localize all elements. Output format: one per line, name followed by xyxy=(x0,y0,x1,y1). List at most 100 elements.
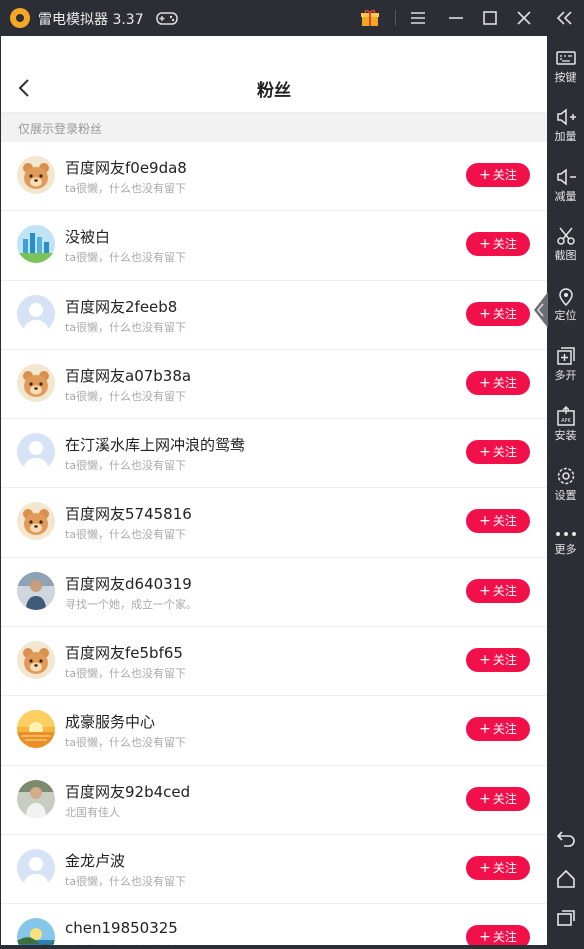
side-pull-tab-icon[interactable] xyxy=(532,292,548,328)
app-header: 粉丝 xyxy=(1,36,547,113)
emulator-title: 雷电模拟器 3.37 xyxy=(38,12,144,28)
tool-settings[interactable]: 设置 xyxy=(547,466,584,503)
follow-button[interactable]: + 关注 xyxy=(466,163,530,187)
follow-label: 关注 xyxy=(492,237,517,252)
follow-button[interactable]: + 关注 xyxy=(466,370,530,395)
follow-button[interactable]: + 关注 xyxy=(466,717,530,742)
fan-row[interactable]: 没被白 ta很懒，什么也没有留下 + 关注 xyxy=(1,211,547,281)
plus-icon: + xyxy=(479,790,491,807)
fan-row[interactable]: 金龙卢波 ta很懒，什么也没有留下 + 关注 xyxy=(1,835,547,905)
fan-row[interactable]: 百度网友5745816 ta很懒，什么也没有留下 + 关注 xyxy=(1,488,547,558)
gift-icon[interactable] xyxy=(360,8,380,28)
avatar[interactable] xyxy=(17,363,55,402)
fan-row[interactable]: 百度网友fe5bf65 ta很懒，什么也没有留下 + 关注 xyxy=(1,627,547,697)
tool-settings-label: 设置 xyxy=(554,489,577,502)
avatar[interactable] xyxy=(17,502,55,541)
minimize-icon[interactable] xyxy=(444,6,468,30)
plus-icon: + xyxy=(479,444,491,461)
follow-button[interactable]: + 关注 xyxy=(466,232,530,257)
plus-icon: + xyxy=(479,721,491,738)
avatar[interactable] xyxy=(17,433,55,472)
follow-label: 关注 xyxy=(492,445,517,460)
titlebar-divider xyxy=(395,10,396,26)
fan-row[interactable]: 在汀溪水库上网冲浪的鸳鸯 ta很懒，什么也没有留下 + 关注 xyxy=(1,419,547,489)
follow-label: 关注 xyxy=(492,722,517,737)
plus-icon: + xyxy=(479,305,491,322)
fan-name: chen19850325 xyxy=(65,919,178,938)
follow-button[interactable]: + 关注 xyxy=(466,578,530,603)
nav-back[interactable] xyxy=(547,828,584,848)
follow-label: 关注 xyxy=(492,583,517,598)
plus-icon: + xyxy=(479,167,491,183)
plus-icon: + xyxy=(479,582,491,599)
follow-button[interactable]: + 关注 xyxy=(466,855,530,880)
collapse-icon[interactable] xyxy=(552,6,578,30)
avatar[interactable] xyxy=(17,779,55,818)
avatar[interactable] xyxy=(17,641,55,680)
fan-name: 在汀溪水库上网冲浪的鸳鸯 xyxy=(65,436,246,455)
tool-location[interactable]: 定位 xyxy=(547,286,584,323)
avatar[interactable] xyxy=(17,918,55,945)
tool-more-label: 更多 xyxy=(554,543,577,556)
fan-signature: 寻找一个她，成立一个家。 xyxy=(65,597,197,611)
follow-label: 关注 xyxy=(492,653,517,668)
tool-multi-instance[interactable]: 多开 xyxy=(547,346,584,383)
gamepad-icon[interactable] xyxy=(156,9,178,27)
fan-signature: ta很懒，什么也没有留下 xyxy=(65,182,187,195)
fan-row[interactable]: 百度网友d640319 寻找一个她，成立一个家。 + 关注 xyxy=(1,558,547,628)
fan-name: 百度网友fe5bf65 xyxy=(65,644,183,663)
fan-name: 百度网友f0e9da8 xyxy=(65,159,187,177)
tool-volume-down-label: 减量 xyxy=(554,190,577,203)
tool-volume-up[interactable]: 加量 xyxy=(547,107,584,144)
fan-signature: ta很懒，什么也没有留下 xyxy=(65,874,187,888)
settings-icon xyxy=(557,467,574,485)
fan-row[interactable]: 百度网友a07b38a ta很懒，什么也没有留下 + 关注 xyxy=(1,350,547,420)
follow-button[interactable]: + 关注 xyxy=(466,786,530,811)
plus-icon: + xyxy=(479,236,491,253)
fan-row[interactable]: 百度网友92b4ced 北国有佳人 + 关注 xyxy=(1,766,547,835)
plus-icon: + xyxy=(479,859,491,876)
fan-signature: ta很懒，什么也没有留下 xyxy=(65,736,187,750)
avatar[interactable] xyxy=(17,848,55,887)
fan-name: 百度网友5745816 xyxy=(65,505,192,524)
fan-row[interactable]: 百度网友2feeb8 ta很懒，什么也没有留下 + 关注 xyxy=(1,281,547,350)
follow-label: 关注 xyxy=(492,168,517,182)
follow-button[interactable]: + 关注 xyxy=(466,925,530,945)
follow-label: 关注 xyxy=(492,860,517,875)
location-icon xyxy=(558,288,573,306)
apk-install-icon: APK xyxy=(556,406,575,426)
avatar[interactable] xyxy=(17,156,55,194)
tool-install[interactable]: APK 安装 xyxy=(547,406,584,443)
fan-row[interactable]: 百度网友f0e9da8 ta很懒，什么也没有留下 + 关注 xyxy=(1,142,547,212)
avatar[interactable] xyxy=(17,294,55,333)
tool-keymap[interactable]: 按键 xyxy=(547,48,584,85)
plus-icon: + xyxy=(479,513,491,530)
fan-name: 百度网友d640319 xyxy=(65,574,192,593)
follow-label: 关注 xyxy=(492,791,517,806)
avatar[interactable] xyxy=(17,571,55,610)
fan-name: 金龙卢波 xyxy=(65,851,126,870)
fan-row[interactable]: 成豪服务中心 ta很懒，什么也没有留下 + 关注 xyxy=(1,696,547,766)
close-icon[interactable] xyxy=(512,6,536,30)
maximize-icon[interactable] xyxy=(478,6,502,30)
follow-button[interactable]: + 关注 xyxy=(466,301,530,326)
follow-button[interactable]: + 关注 xyxy=(466,509,530,534)
fan-signature: ta很懒，什么也没有留下 xyxy=(65,667,187,681)
tool-screenshot[interactable]: 截图 xyxy=(547,226,584,263)
follow-button[interactable]: + 关注 xyxy=(466,440,530,465)
fan-signature: 北国有佳人 xyxy=(65,805,120,819)
nav-recents[interactable] xyxy=(547,908,584,928)
menu-icon[interactable] xyxy=(406,6,430,30)
emulator-titlebar: 雷电模拟器 3.37 xyxy=(0,0,584,36)
nav-home[interactable] xyxy=(547,869,584,889)
tool-more[interactable]: 更多 xyxy=(547,528,584,557)
fan-name: 百度网友92b4ced xyxy=(65,782,191,801)
tool-install-label: 安装 xyxy=(554,429,577,442)
avatar[interactable] xyxy=(17,710,55,749)
fan-row[interactable]: chen19850325 ta很懒，什么也没有留下 +关注 xyxy=(1,904,547,945)
follow-label: 关注 xyxy=(492,375,517,390)
avatar[interactable] xyxy=(17,225,55,264)
follow-button[interactable]: + 关注 xyxy=(466,648,530,673)
fan-name: 百度网友a07b38a xyxy=(65,366,192,385)
tool-volume-down[interactable]: 减量 xyxy=(547,167,584,204)
